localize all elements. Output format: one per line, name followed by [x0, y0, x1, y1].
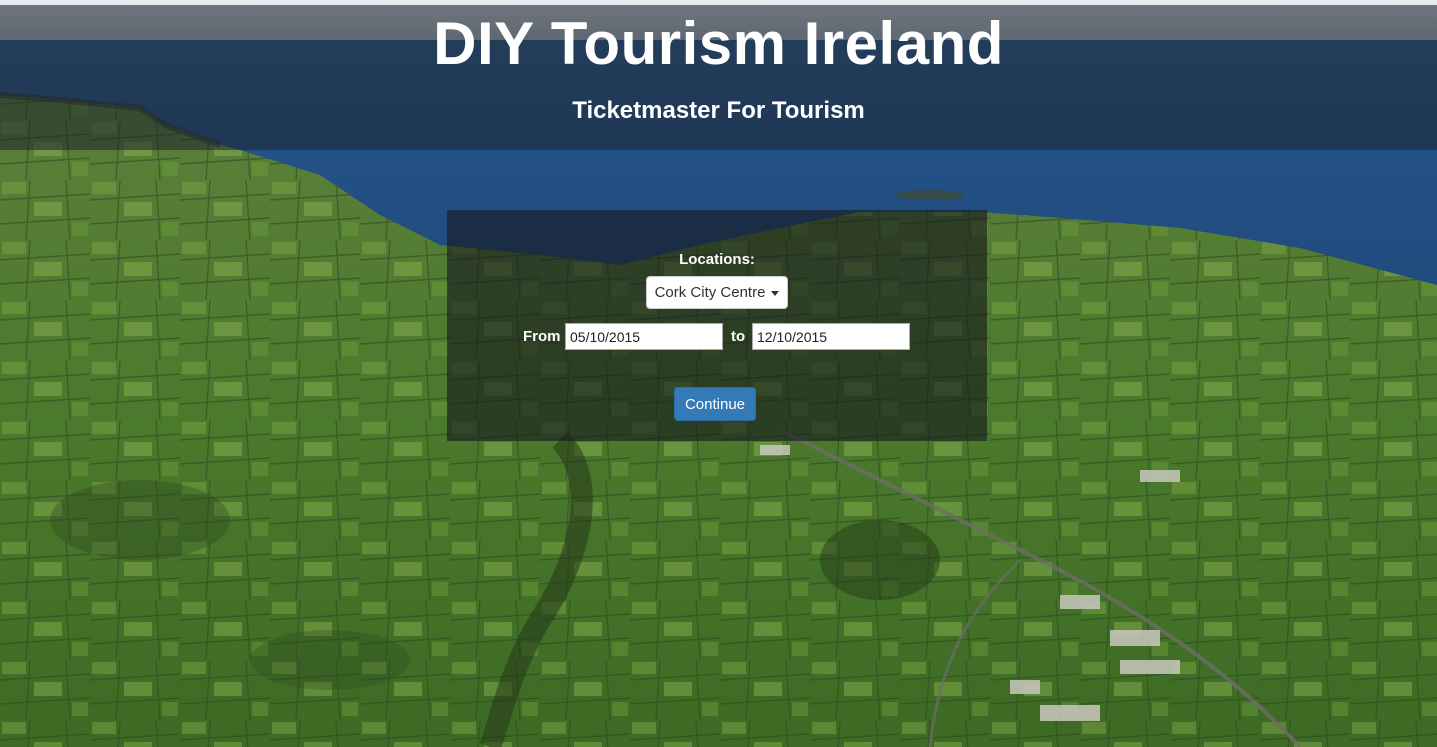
- top-rule: [0, 0, 1437, 5]
- location-dropdown-value: Cork City Centre: [654, 284, 766, 301]
- page-title: DIY Tourism Ireland: [433, 10, 1004, 77]
- from-date-input[interactable]: [565, 323, 723, 350]
- caret-down-icon: [771, 291, 780, 296]
- booking-form-panel: Locations: Cork City Centre From to Cont…: [447, 210, 987, 441]
- header-banner: DIY Tourism Ireland Ticketmaster For Tou…: [0, 0, 1437, 150]
- locations-label: Locations:: [679, 251, 755, 268]
- location-dropdown[interactable]: Cork City Centre: [646, 276, 788, 309]
- to-date-input[interactable]: [752, 323, 910, 350]
- date-range-row: From to: [447, 323, 987, 350]
- to-label: to: [731, 328, 746, 345]
- page-subtitle: Ticketmaster For Tourism: [572, 97, 865, 124]
- continue-button[interactable]: Continue: [674, 387, 756, 421]
- from-label: From: [523, 328, 561, 345]
